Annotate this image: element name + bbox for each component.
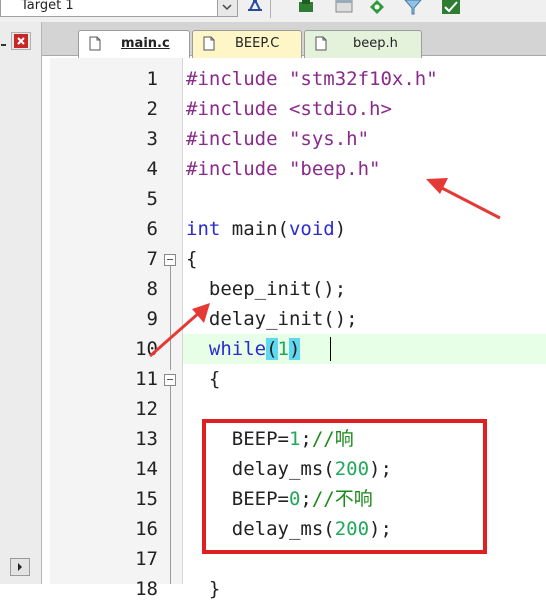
code-line: 3 #include "sys.h" bbox=[0, 124, 546, 154]
code-text: #include <stdio.h> bbox=[186, 94, 392, 124]
tab-beep-h[interactable]: beep.h bbox=[304, 30, 422, 58]
code-token: ( bbox=[266, 338, 278, 360]
line-number: 3 bbox=[146, 128, 158, 150]
filter-icon[interactable] bbox=[402, 0, 424, 16]
annotation-highlight-box bbox=[202, 419, 487, 554]
code-token: #include bbox=[186, 128, 289, 150]
build-target-icon[interactable] bbox=[244, 0, 266, 16]
code-token: #include bbox=[186, 98, 289, 120]
settings-icon[interactable] bbox=[366, 0, 388, 16]
code-text: beep_init(); bbox=[186, 274, 346, 304]
code-text: #include "sys.h" bbox=[186, 124, 369, 154]
code-line: 2 #include <stdio.h> bbox=[0, 94, 546, 124]
fold-guide bbox=[170, 386, 171, 584]
line-number: 18 bbox=[135, 578, 158, 600]
code-token: "stm32f10x.h" bbox=[288, 68, 438, 90]
line-number: 5 bbox=[146, 188, 158, 210]
line-number: 11 bbox=[135, 368, 158, 390]
code-token: #include bbox=[186, 68, 289, 90]
close-icon[interactable] bbox=[11, 32, 31, 50]
code-token: { bbox=[186, 368, 221, 390]
code-token: #include bbox=[186, 158, 289, 180]
dropdown-chevron-icon[interactable] bbox=[217, 0, 237, 16]
code-token: "beep.h" bbox=[288, 158, 381, 180]
code-token: ) bbox=[289, 338, 301, 360]
line-number: 17 bbox=[135, 548, 158, 570]
tab-label: beep.h bbox=[353, 36, 398, 51]
pane-edge-icon bbox=[0, 36, 8, 48]
code-token: void bbox=[288, 218, 335, 240]
line-number: 13 bbox=[135, 428, 158, 450]
code-line: 1 #include "stm32f10x.h" bbox=[0, 64, 546, 94]
code-token: } bbox=[186, 578, 221, 600]
window-layout-icon[interactable] bbox=[334, 0, 356, 16]
code-token: ) bbox=[334, 218, 347, 240]
code-token: int bbox=[186, 218, 221, 240]
line-number: 7 bbox=[146, 248, 158, 270]
code-token: { bbox=[186, 248, 198, 270]
code-text: { bbox=[186, 244, 197, 274]
code-token: delay_init(); bbox=[186, 308, 358, 330]
line-number: 9 bbox=[146, 308, 158, 330]
line-number: 16 bbox=[135, 518, 158, 540]
code-line: 9 delay_init(); bbox=[0, 304, 546, 334]
fold-toggle-icon[interactable] bbox=[164, 374, 176, 386]
line-number: 4 bbox=[146, 158, 158, 180]
line-number: 2 bbox=[146, 98, 158, 120]
load-icon[interactable] bbox=[296, 0, 318, 16]
document-icon bbox=[315, 36, 327, 51]
tab-label: main.c bbox=[121, 36, 170, 51]
code-text: { bbox=[186, 364, 220, 394]
code-token: main( bbox=[220, 218, 289, 240]
code-line: 4 #include "beep.h" bbox=[0, 154, 546, 184]
code-token: while bbox=[208, 338, 267, 360]
code-text: delay_init(); bbox=[186, 304, 358, 334]
checklist-icon[interactable] bbox=[440, 0, 462, 16]
code-line: 6 int main(void) bbox=[0, 214, 546, 244]
line-number: 8 bbox=[146, 278, 158, 300]
code-token: 1 bbox=[277, 338, 289, 360]
fold-toggle-icon[interactable] bbox=[164, 254, 176, 266]
line-number: 14 bbox=[135, 458, 158, 480]
document-icon bbox=[89, 36, 101, 51]
code-text: #include "beep.h" bbox=[186, 154, 380, 184]
text-cursor bbox=[330, 337, 331, 361]
code-text: } bbox=[186, 574, 220, 604]
code-line: 5 bbox=[0, 184, 546, 214]
line-number: 6 bbox=[146, 218, 158, 240]
line-number: 10 bbox=[135, 338, 158, 360]
code-token: <stdio.h> bbox=[288, 98, 392, 120]
tab-main-c[interactable]: main.c bbox=[78, 30, 190, 58]
code-line: 18 } bbox=[0, 574, 546, 604]
tab-label: BEEP.C bbox=[235, 36, 280, 51]
line-number: 12 bbox=[135, 398, 158, 420]
line-number: 1 bbox=[146, 68, 158, 90]
code-text: while(1) bbox=[186, 334, 301, 364]
target-select[interactable]: Target 1 bbox=[0, 0, 238, 17]
code-line: 11 { bbox=[0, 364, 546, 394]
toolbar: Target 1 bbox=[0, 0, 546, 23]
toolbar-separator bbox=[270, 0, 271, 18]
document-icon bbox=[203, 36, 215, 51]
code-line: 8 beep_init(); bbox=[0, 274, 546, 304]
code-text: int main(void) bbox=[186, 214, 346, 244]
target-label: Target 1 bbox=[21, 0, 74, 13]
code-text: #include "stm32f10x.h" bbox=[186, 64, 438, 94]
tab-beep-c[interactable]: BEEP.C bbox=[192, 30, 302, 58]
fold-guide bbox=[170, 266, 171, 370]
line-number: 15 bbox=[135, 488, 158, 510]
code-line: 10 while(1) bbox=[0, 334, 546, 364]
code-token: "sys.h" bbox=[288, 128, 370, 150]
code-line: 7{ bbox=[0, 244, 546, 274]
code-token: beep_init(); bbox=[186, 278, 347, 300]
